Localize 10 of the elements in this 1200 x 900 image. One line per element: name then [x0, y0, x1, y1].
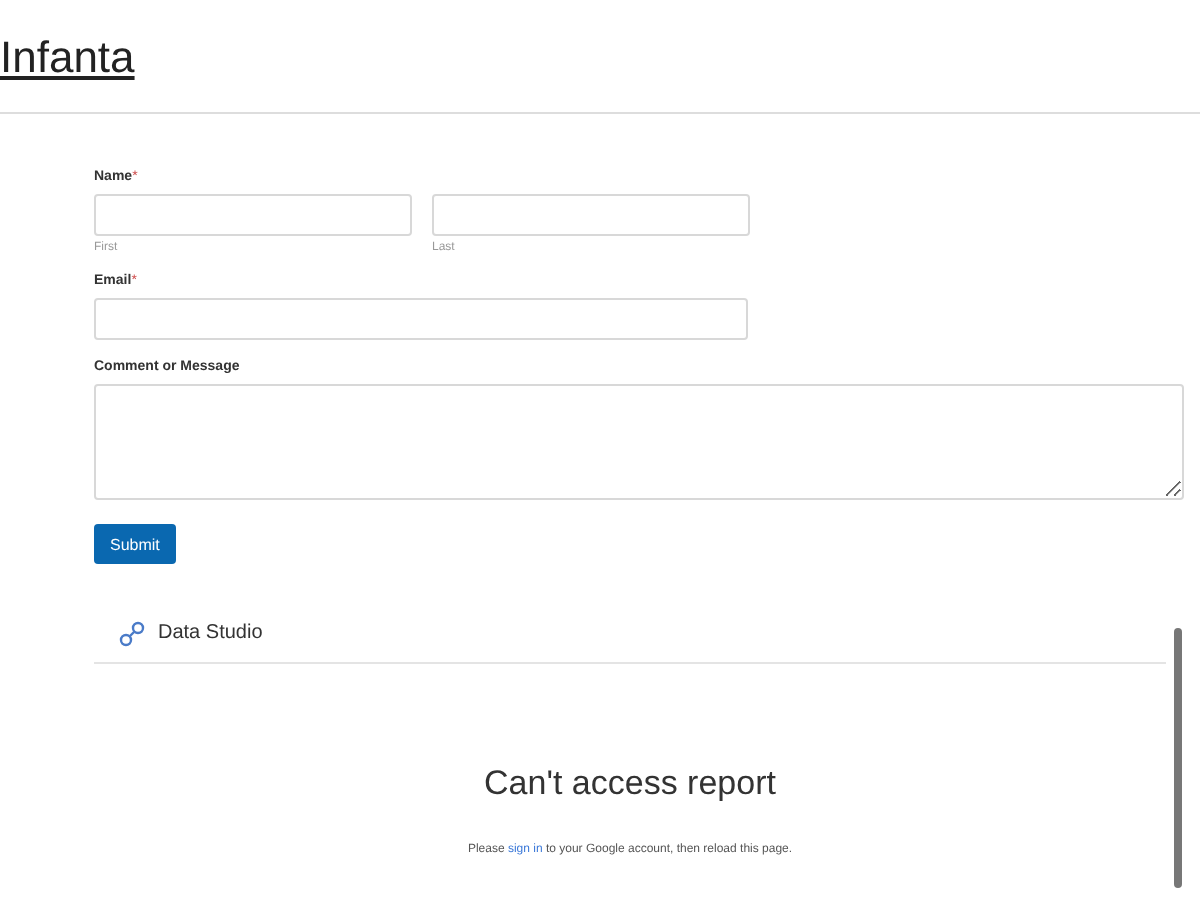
site-title[interactable]: Infanta	[0, 32, 135, 84]
error-heading: Can't access report	[484, 764, 776, 804]
message-field[interactable]	[94, 384, 1184, 500]
input-field[interactable]	[94, 298, 748, 340]
scrollbar[interactable]	[1174, 628, 1182, 888]
submit-button[interactable]: Submit	[94, 524, 176, 564]
input-field[interactable]	[432, 194, 750, 236]
nodes-icon	[118, 619, 146, 647]
input-field[interactable]	[94, 194, 412, 236]
brand-name: Data Studio	[158, 622, 263, 644]
